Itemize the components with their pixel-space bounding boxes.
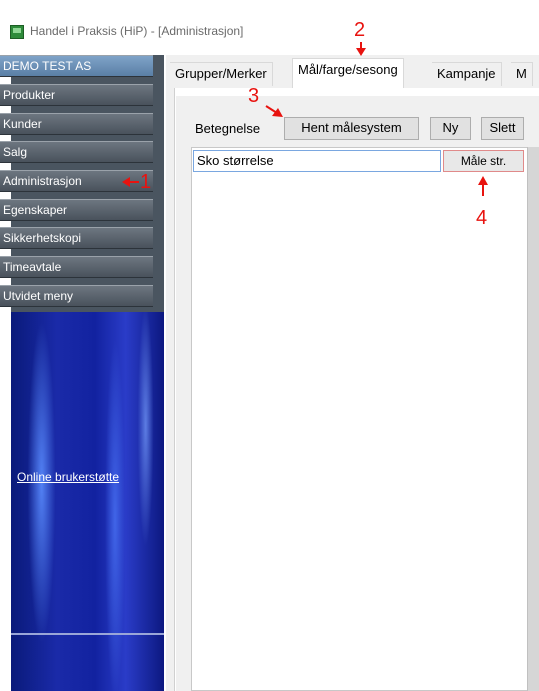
annotation-marker-1: 1 [140, 171, 152, 193]
company-name: DEMO TEST AS [0, 55, 153, 77]
online-support-link[interactable]: Online brukerstøtte [17, 470, 119, 484]
table-row-name[interactable]: Sko størrelse [193, 150, 441, 172]
panel-divider [11, 633, 164, 635]
tab-kampanje[interactable]: Kampanje [432, 62, 502, 86]
sidebar-item-timeavtale[interactable]: Timeavtale [0, 256, 153, 278]
app-icon [10, 25, 24, 39]
grid-scrollbar[interactable] [527, 147, 539, 691]
sidebar-item-salg[interactable]: Salg [0, 141, 153, 163]
new-button[interactable]: Ny [430, 117, 471, 140]
sidebar-item-produkter[interactable]: Produkter [0, 84, 153, 106]
fetch-measurement-system-button[interactable]: Hent målesystem [284, 117, 419, 140]
tab-maal-farge-sesong[interactable]: Mål/farge/sesong [292, 58, 404, 88]
annotation-marker-4: 4 [476, 207, 488, 229]
sidebar-item-administrasjon[interactable]: Administrasjon [0, 170, 153, 192]
sidebar-item-utvidet-meny[interactable]: Utvidet meny [0, 285, 153, 307]
sidebar-item-kunder[interactable]: Kunder [0, 113, 153, 135]
tab-grupper-merker[interactable]: Grupper/Merker [170, 62, 273, 86]
sidebar-item-egenskaper[interactable]: Egenskaper [0, 199, 153, 221]
delete-button[interactable]: Slett [481, 117, 524, 140]
annotation-marker-2: 2 [354, 19, 366, 41]
measure-size-button[interactable]: Måle str. [443, 150, 524, 172]
annotation-marker-3: 3 [248, 85, 260, 107]
title-bar: Handel i Praksis (HiP) - [Administrasjon… [0, 0, 539, 52]
sidebar-item-sikkerhetskopi[interactable]: Sikkerhetskopi [0, 227, 153, 249]
tab-more[interactable]: M [511, 62, 533, 86]
window-title: Handel i Praksis (HiP) - [Administrasjon… [30, 24, 244, 38]
designation-label: Betegnelse [195, 121, 261, 136]
